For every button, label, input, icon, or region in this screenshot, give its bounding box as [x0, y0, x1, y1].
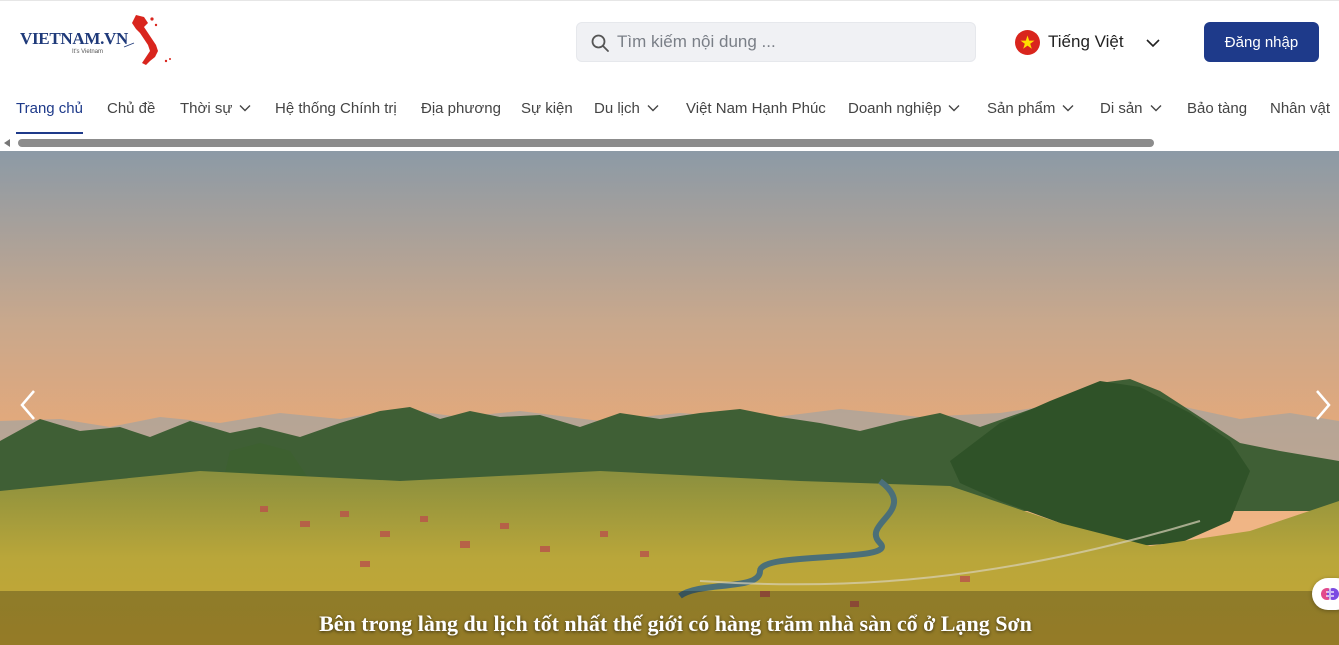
nav-item-label: Doanh nghiệp [848, 100, 942, 117]
brain-icon [1321, 588, 1339, 600]
language-label: Tiếng Việt [1048, 32, 1124, 51]
nav-item-viet-nam-hanh-phuc[interactable]: Việt Nam Hạnh Phúc [686, 100, 826, 136]
slider-prev-arrow-icon[interactable] [14, 387, 42, 423]
nav-item-san-pham[interactable]: Sản phẩm [987, 100, 1074, 136]
logo-text: VIETNAM.VN [20, 29, 128, 48]
nav-item-label: Di sản [1100, 100, 1143, 117]
nav-item-su-kien[interactable]: Sự kiện [521, 100, 573, 136]
nav-item-di-san[interactable]: Di sản [1100, 100, 1162, 136]
language-selector[interactable]: Tiếng Việt [1015, 29, 1165, 57]
search-icon [591, 34, 609, 52]
site-logo[interactable]: VIETNAM.VN It's Vietnam [20, 13, 175, 71]
vietnam-map-icon [123, 15, 171, 65]
nav-item-thoi-su[interactable]: Thời sự [180, 100, 251, 136]
nav-item-label: Du lịch [594, 100, 640, 117]
search-input[interactable] [617, 23, 967, 61]
nav-item-label: Sản phẩm [987, 100, 1056, 117]
scrollbar-thumb[interactable] [18, 139, 1154, 147]
login-button[interactable]: Đăng nhập [1204, 22, 1319, 62]
top-bar: VIETNAM.VN It's Vietnam Tiếng Việt Đăng … [0, 0, 1339, 86]
nav-item-nhan-vat[interactable]: Nhân vật [1270, 100, 1330, 136]
search-bar [576, 22, 976, 62]
nav-item-doanh-nghiep[interactable]: Doanh nghiệp [848, 100, 960, 136]
nav-item-chu-de[interactable]: Chủ đề [107, 100, 155, 136]
nav-item-trang-chu[interactable]: Trang chủ [16, 100, 83, 136]
active-tab-indicator [16, 132, 83, 134]
hero-caption[interactable]: Bên trong làng du lịch tốt nhất thế giới… [0, 611, 1339, 637]
chevron-down-icon [647, 105, 659, 112]
scroll-left-arrow-icon[interactable] [4, 139, 10, 147]
nav-item-dia-phuong[interactable]: Địa phương [421, 100, 501, 136]
nav-item-du-lich[interactable]: Du lịch [594, 100, 659, 136]
vietnam-flag-icon [1015, 30, 1040, 55]
hero-slider: Bên trong làng du lịch tốt nhất thế giới… [0, 151, 1339, 645]
nav-item-label: Thời sự [180, 100, 233, 117]
nav-item-bao-tang[interactable]: Bảo tàng [1187, 100, 1247, 136]
hero-image [0, 151, 1339, 645]
chevron-down-icon [1062, 105, 1074, 112]
floating-action-button[interactable] [1312, 578, 1339, 610]
chevron-down-icon [1146, 39, 1160, 48]
chevron-down-icon [1150, 105, 1162, 112]
main-nav: Trang chủ Chủ đề Thời sự Hệ thống Chính … [0, 86, 1339, 136]
slider-next-arrow-icon[interactable] [1309, 387, 1337, 423]
nav-scrollbar[interactable] [0, 137, 1339, 149]
logo-tagline: It's Vietnam [72, 49, 104, 55]
nav-item-he-thong-chinh-tri[interactable]: Hệ thống Chính trị [275, 100, 397, 136]
chevron-down-icon [948, 105, 960, 112]
chevron-down-icon [239, 105, 251, 112]
